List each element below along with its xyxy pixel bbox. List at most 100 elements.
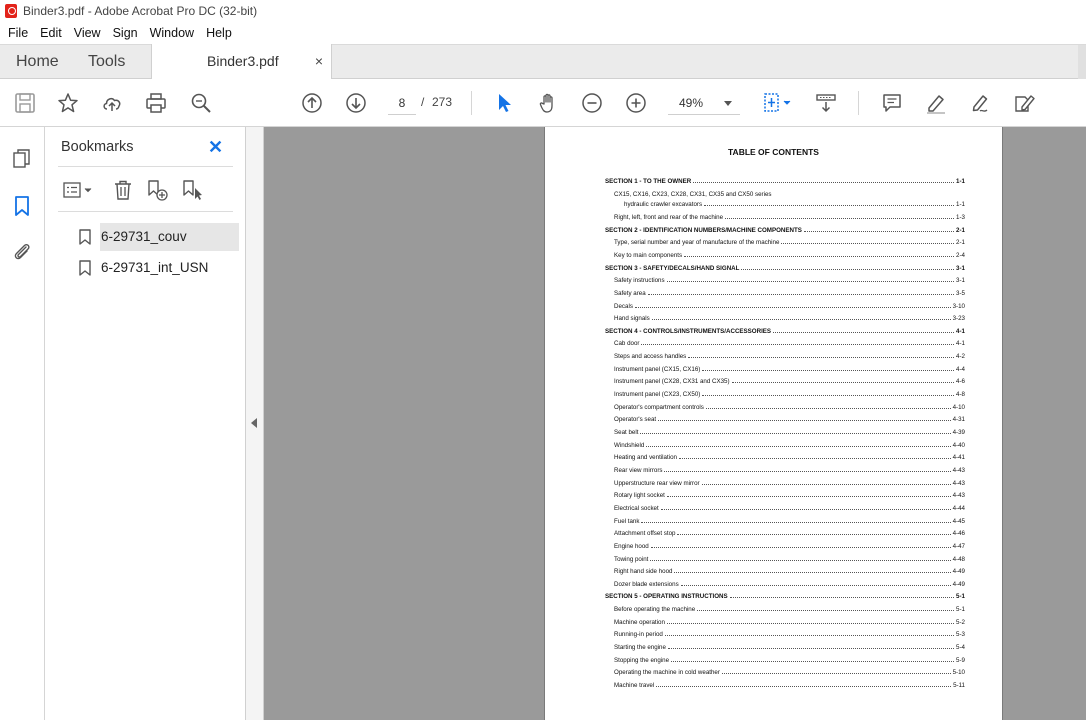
toc-entry[interactable]: Engine hood 4-47 — [614, 540, 965, 550]
toc-entry[interactable]: Instrument panel (CX23, CX50) 4-8 — [614, 388, 965, 398]
delete-bookmark-icon[interactable] — [111, 178, 135, 202]
toc-section-heading[interactable]: SECTION 4 - CONTROLS/INSTRUMENTS/ACCESSO… — [605, 325, 965, 335]
toc-entry-page: 3-1 — [956, 277, 965, 285]
toc-leader-dots — [641, 521, 951, 523]
toc-entry[interactable]: Dozer blade extensions 4-49 — [614, 578, 965, 588]
menu-edit[interactable]: Edit — [34, 26, 68, 40]
select-cursor-icon[interactable] — [492, 91, 516, 115]
toc-section-heading[interactable]: SECTION 5 - OPERATING INSTRUCTIONS 5-1 — [605, 590, 965, 600]
toc-entry[interactable]: Cab door 4-1 — [614, 337, 965, 347]
zoom-level-select[interactable]: 49% — [668, 91, 740, 115]
close-panel-icon[interactable]: ✕ — [208, 137, 223, 158]
toc-entry[interactable]: hydraulic crawler excavators 1-1 — [624, 198, 965, 208]
zoom-out-icon[interactable] — [580, 91, 604, 115]
toc-entry[interactable]: Rotary light socket 4-43 — [614, 489, 965, 499]
toc-section-heading[interactable]: SECTION 2 - IDENTIFICATION NUMBERS/MACHI… — [605, 224, 965, 234]
toc-entry[interactable]: Fuel tank 4-45 — [614, 515, 965, 525]
page-number-input[interactable]: 8 — [388, 91, 416, 115]
toc-entry[interactable]: Key to main components 2-4 — [614, 249, 965, 259]
toc-title: TABLE OF CONTENTS — [728, 147, 819, 157]
previous-page-icon[interactable] — [300, 91, 324, 115]
menu-help[interactable]: Help — [200, 26, 238, 40]
toc-entry[interactable]: Attachment offset stop 4-46 — [614, 527, 965, 537]
toc-entry[interactable]: Rear view mirrors 4-43 — [614, 464, 965, 474]
save-icon[interactable] — [13, 91, 37, 115]
toc-entry[interactable]: Operator's compartment controls 4-10 — [614, 401, 965, 411]
bookmarks-panel-icon[interactable] — [10, 194, 34, 218]
toc-entry[interactable]: Upperstructure rear view mirror 4-43 — [614, 477, 965, 487]
bookmark-icon — [79, 260, 91, 276]
fit-page-icon[interactable] — [760, 91, 794, 115]
toc-leader-dots — [725, 217, 955, 219]
toc-entry[interactable]: Instrument panel (CX15, CX16) 4-4 — [614, 363, 965, 373]
toc-entry-title: Type, serial number and year of manufact… — [614, 239, 780, 247]
menu-file[interactable]: File — [2, 26, 34, 40]
close-tab-icon[interactable]: × — [315, 53, 323, 69]
toc-entry[interactable]: Machine operation 5-2 — [614, 616, 965, 626]
toc-entry[interactable]: Machine travel 5-11 — [614, 679, 965, 689]
menu-view[interactable]: View — [68, 26, 107, 40]
toc-entry[interactable]: Windshield 4-40 — [614, 439, 965, 449]
print-icon[interactable] — [144, 91, 168, 115]
toc-entry[interactable]: Right hand side hood 4-49 — [614, 565, 965, 575]
comment-icon[interactable] — [880, 91, 904, 115]
toc-entry[interactable]: Starting the engine 5-4 — [614, 641, 965, 651]
fill-sign-icon[interactable] — [1012, 91, 1036, 115]
tab-document[interactable]: Binder3.pdf × — [151, 44, 332, 80]
toc-entry[interactable]: Seat belt 4-39 — [614, 426, 965, 436]
toc-entry-title: Key to main components — [614, 251, 683, 259]
toc-entry[interactable]: Decals 3-10 — [614, 300, 965, 310]
panel-collapse-handle[interactable] — [246, 127, 264, 720]
toc-entry[interactable]: Safety instructions 3-1 — [614, 274, 965, 284]
cloud-upload-icon[interactable] — [100, 91, 124, 115]
toc-leader-dots — [650, 559, 951, 561]
tab-tools[interactable]: Tools — [88, 45, 125, 79]
toc-entry-page: 4-2 — [956, 353, 965, 361]
toc-entry-page: 4-46 — [952, 530, 965, 538]
toc-leader-dots — [666, 496, 951, 498]
toc-entry[interactable]: Hand signals 3-23 — [614, 312, 965, 322]
toc-entry[interactable]: Heating and ventilation 4-41 — [614, 451, 965, 461]
highlight-pen-icon[interactable] — [924, 91, 948, 115]
scroll-mode-icon[interactable] — [814, 91, 838, 115]
toc-entry-title: SECTION 4 - CONTROLS/INSTRUMENTS/ACCESSO… — [605, 327, 772, 335]
toc-entry-page: 5-1 — [956, 606, 965, 614]
next-page-icon[interactable] — [344, 91, 368, 115]
hand-tool-icon[interactable] — [536, 91, 560, 115]
zoom-in-icon[interactable] — [624, 91, 648, 115]
toc-entry[interactable]: Safety area 3-5 — [614, 287, 965, 297]
toc-entry[interactable]: Operator's seat 4-31 — [614, 413, 965, 423]
toc-entry[interactable]: Instrument panel (CX28, CX31 and CX35) 4-… — [614, 375, 965, 385]
document-viewport[interactable]: TABLE OF CONTENTS SECTION 1 - TO THE OWN… — [264, 127, 1086, 720]
toc-entry[interactable]: Type, serial number and year of manufact… — [614, 236, 965, 246]
find-bookmark-icon[interactable] — [180, 178, 204, 202]
sign-pen-icon[interactable] — [968, 91, 992, 115]
toc-section-heading[interactable]: SECTION 3 - SAFETY/DECALS/HAND SIGNAL 3-1 — [605, 262, 965, 272]
toc-entry[interactable]: Running-in period 5-3 — [614, 628, 965, 638]
menu-sign[interactable]: Sign — [107, 26, 144, 40]
search-zoom-icon[interactable] — [189, 91, 213, 115]
attachments-paperclip-icon[interactable] — [10, 240, 34, 264]
toc-entry-page: 4-39 — [952, 429, 965, 436]
tab-home[interactable]: Home — [16, 45, 59, 79]
bookmark-item[interactable]: 6-29731_int_USN — [79, 254, 243, 282]
bookmark-options-icon[interactable] — [61, 178, 95, 202]
toc-entry[interactable]: Steps and access handles 4-2 — [614, 350, 965, 360]
toc-entry[interactable]: Stopping the engine 5-9 — [614, 654, 965, 664]
star-bookmark-icon[interactable] — [56, 91, 80, 115]
left-navigation-rail — [0, 127, 45, 720]
toc-leader-dots — [701, 483, 951, 485]
toc-entry[interactable]: Before operating the machine 5-1 — [614, 603, 965, 613]
toc-entry-page: 4-10 — [952, 403, 965, 411]
page-thumbnails-icon[interactable] — [10, 147, 34, 171]
new-bookmark-icon[interactable] — [145, 178, 169, 202]
toc-entry[interactable]: Electrical socket 4-44 — [614, 502, 965, 512]
toc-section-heading[interactable]: SECTION 1 - TO THE OWNER 1-1 — [605, 175, 965, 185]
toc-entry[interactable]: Right, left, front and rear of the machi… — [614, 211, 965, 221]
menu-window[interactable]: Window — [144, 26, 200, 40]
toc-entry[interactable]: Operating the machine in cold weather 5-1… — [614, 666, 965, 676]
toc-entry[interactable]: Towing point 4-48 — [614, 553, 965, 563]
toc-entry[interactable]: CX15, CX16, CX23, CX28, CX31, CX35 and C… — [614, 188, 965, 198]
toc-entry-page: 4-8 — [956, 391, 965, 399]
bookmark-item[interactable]: 6-29731_couv — [79, 223, 239, 251]
